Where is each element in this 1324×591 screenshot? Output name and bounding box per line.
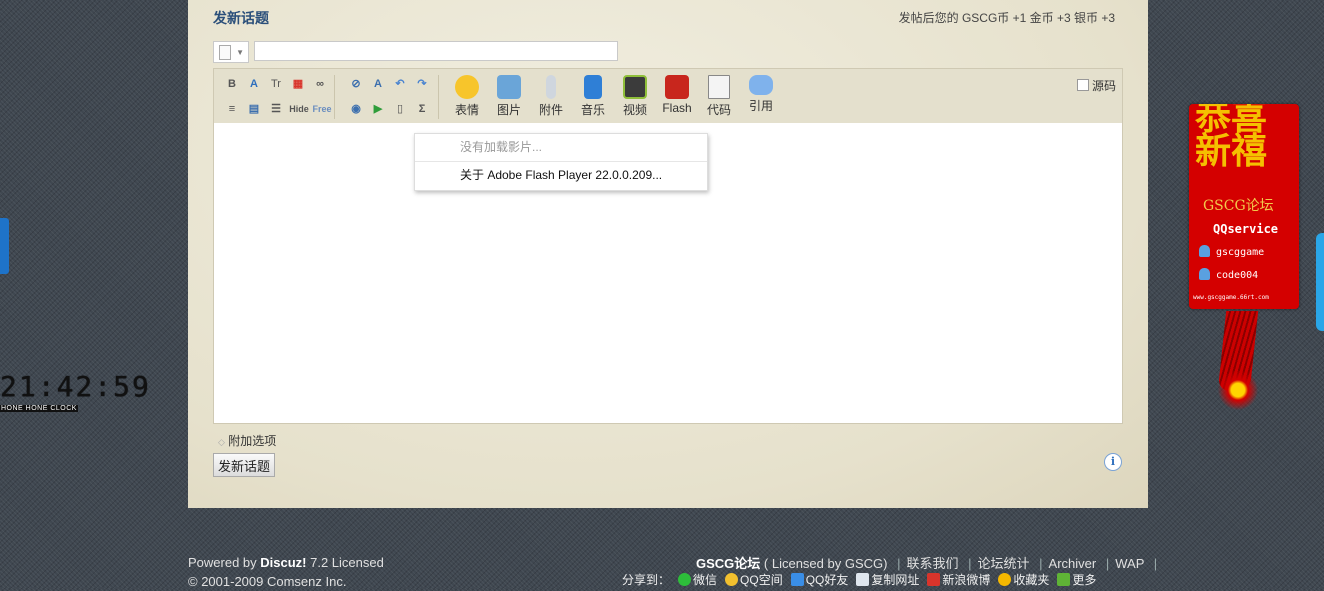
site-name-link[interactable]: GSCG论坛 [696,556,760,571]
music-button[interactable]: 音乐 [575,75,611,118]
share-favorite[interactable]: 收藏夹 [990,573,1049,587]
insert-media-icon[interactable]: ▶ [370,101,386,117]
menu-item-about-flash[interactable]: 关于 Adobe Flash Player 22.0.0.209... [415,162,707,189]
toolbar-divider [334,75,335,119]
formula-icon[interactable]: Σ [414,101,430,117]
hide-icon[interactable]: Hide [288,101,310,117]
image-button[interactable]: 图片 [491,75,527,118]
share-more[interactable]: 更多 [1049,573,1096,587]
toolbar-divider [438,75,439,119]
clock-label: HONE HONE CLOCK [0,405,78,412]
submit-topic-button[interactable]: 发新话题 [213,453,275,477]
wechat-icon [678,573,692,586]
remove-format-icon[interactable]: A [370,76,386,92]
diamond-icon: ◇ [218,437,225,447]
attachment-button[interactable]: 附件 [533,75,569,118]
attach-options-link[interactable]: ◇ 附加选项 [218,432,276,449]
image-icon [497,75,521,99]
qq-forum-name: GSCG论坛 [1203,198,1274,214]
video-button[interactable]: 视频 [617,75,653,118]
info-icon[interactable]: i [1104,453,1122,471]
document-icon [219,45,231,60]
weibo-icon [927,573,941,586]
bold-icon[interactable]: B [224,76,240,92]
paperclip-icon [546,75,556,99]
footer-link-archiver[interactable]: Archiver [1049,556,1097,571]
footer-link-wap[interactable]: WAP [1115,556,1144,571]
subject-input[interactable] [254,41,618,61]
flash-icon [665,75,689,99]
share-weibo[interactable]: 新浪微博 [919,573,990,587]
music-note-icon [584,75,602,99]
undo-icon[interactable]: ↶ [392,76,408,92]
qq-contact[interactable]: code004 [1199,268,1258,281]
discuz-link[interactable]: Discuz! [260,555,306,570]
tassel-knot-decoration [1211,370,1265,410]
footer-credits: Powered by Discuz! 7.2 Licensed © 2001-2… [188,555,384,589]
clock-time: 21:42:59 [0,370,151,403]
qq-avatar-icon [1199,268,1210,280]
share-qq-friend[interactable]: QQ好友 [783,573,848,587]
font-color-icon[interactable]: A [246,76,262,92]
share-wechat[interactable]: 微信 [670,573,717,587]
share-copy-url[interactable]: 复制网址 [848,573,919,587]
quote-button[interactable]: 引用 [743,75,779,114]
link-icon[interactable]: ∞ [312,76,328,92]
flash-context-menu: 没有加载影片... 关于 Adobe Flash Player 22.0.0.2… [414,133,708,191]
code-button[interactable]: 代码 [701,75,737,118]
page-title: 发新话题 [213,10,269,26]
source-toggle[interactable]: 源码 [1076,77,1116,94]
qq-icon [790,573,804,586]
editor-toolbar: B A Tr ▦ ∞ ⊘ A ↶ ↷ ≡ ▤ ☰ Hide Free ◉ ▶ ▯… [213,68,1123,125]
plus-icon [1057,573,1071,586]
right-side-tab[interactable] [1316,233,1324,331]
footer-link-contact[interactable]: 联系我们 [906,556,958,571]
smiley-icon [455,75,479,99]
copyright: © 2001-2009 Comsenz Inc. [188,574,347,589]
align-icon[interactable]: ≡ [224,101,240,117]
quote-icon [749,75,773,95]
video-icon [623,75,647,99]
greeting-text: 恭喜新禧 [1195,104,1268,172]
left-share-tab[interactable] [0,218,9,274]
source-checkbox[interactable] [1076,79,1089,91]
qq-url: www.gscggame.66rt.com [1193,294,1269,301]
qq-service-widget: 恭喜新禧 GSCG论坛 QQservice gscggame code004 w… [1189,104,1299,309]
qzone-icon [725,573,739,586]
chevron-down-icon: ▼ [236,48,244,57]
flash-button[interactable]: Flash [659,75,695,115]
font-size-icon[interactable]: Tr [268,76,284,92]
copy-icon [856,573,870,586]
color-palette-icon[interactable]: ▦ [290,76,306,92]
unlink-icon[interactable]: ⊘ [348,76,364,92]
table-icon[interactable]: ▤ [246,101,262,117]
code-icon [708,75,730,99]
emoticon-button[interactable]: 表情 [449,75,485,118]
footer-links: GSCG论坛 ( Licensed by GSCG) | 联系我们 | 论坛统计 |… [696,556,1158,571]
share-bar: 分享到： 微信 QQ空间 QQ好友 复制网址 新浪微博 收藏夹 更多 [622,571,1096,588]
page-icon[interactable]: ▯ [392,101,408,117]
qq-avatar-icon [1199,245,1210,257]
free-icon[interactable]: Free [312,101,332,117]
post-type-select[interactable]: ▼ [213,41,249,63]
list-icon[interactable]: ☰ [268,101,284,117]
redo-icon[interactable]: ↷ [414,76,430,92]
insert-image-icon[interactable]: ◉ [348,101,364,117]
qq-contact[interactable]: gscggame [1199,245,1264,258]
new-topic-panel: 发新话题 发帖后您的 GSCG币 +1 金币 +3 银币 +3 ▼ B A Tr… [188,0,1148,508]
qq-service-title: QQservice [1213,222,1279,236]
footer-link-stats[interactable]: 论坛统计 [978,556,1030,571]
credit-info: 发帖后您的 GSCG币 +1 金币 +3 银币 +3 [898,11,1115,25]
menu-item-no-movie: 没有加载影片... [415,134,707,162]
star-icon [998,573,1012,586]
share-qzone[interactable]: QQ空间 [717,573,783,587]
share-label: 分享到： [622,573,671,587]
